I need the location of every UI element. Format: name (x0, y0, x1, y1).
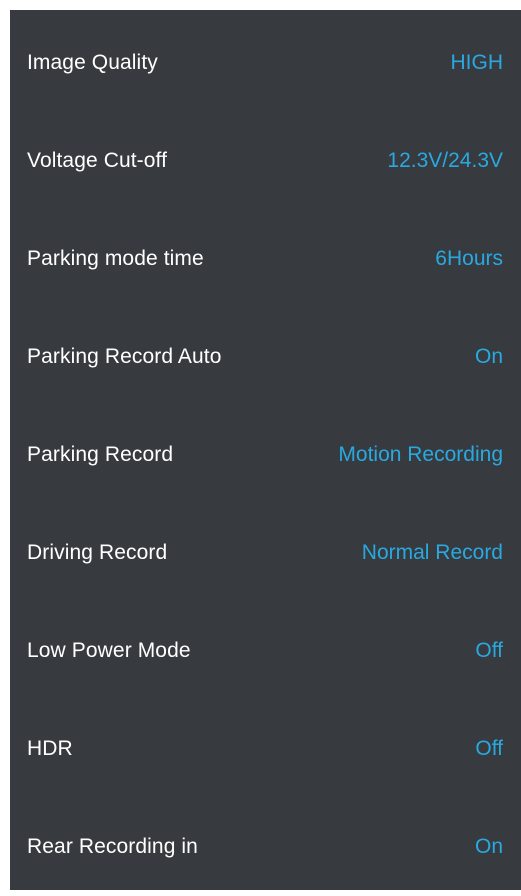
setting-row-voltage-cutoff[interactable]: Voltage Cut-off 12.3V/24.3V (10, 112, 521, 210)
setting-label: Image Quality (27, 51, 158, 74)
setting-label: HDR (27, 737, 73, 760)
setting-value: Normal Record (361, 541, 503, 564)
setting-row-image-quality[interactable]: Image Quality HIGH (10, 14, 521, 112)
setting-row-rear-recording[interactable]: Rear Recording in On (10, 798, 521, 896)
settings-screen: Image Quality HIGH Voltage Cut-off 12.3V… (10, 10, 521, 890)
setting-label: Driving Record (27, 541, 168, 564)
setting-value: 12.3V/24.3V (387, 149, 503, 172)
setting-label: Parking mode time (27, 247, 204, 270)
setting-value: HIGH (450, 51, 504, 74)
setting-row-driving-record[interactable]: Driving Record Normal Record (10, 504, 521, 602)
setting-value: Off (475, 639, 503, 662)
setting-row-parking-mode-time[interactable]: Parking mode time 6Hours (10, 210, 521, 308)
setting-value: On (474, 835, 503, 858)
setting-label: Parking Record (27, 443, 174, 466)
setting-row-parking-record-auto[interactable]: Parking Record Auto On (10, 308, 521, 406)
setting-label: Rear Recording in (27, 835, 198, 858)
setting-label: Voltage Cut-off (27, 149, 168, 172)
setting-value: Off (475, 737, 503, 760)
setting-row-hdr[interactable]: HDR Off (10, 700, 521, 798)
settings-list: Image Quality HIGH Voltage Cut-off 12.3V… (10, 14, 521, 896)
setting-label: Parking Record Auto (27, 345, 222, 368)
setting-label: Low Power Mode (27, 639, 191, 662)
setting-value: On (474, 345, 503, 368)
setting-value: 6Hours (435, 247, 503, 270)
setting-row-low-power-mode[interactable]: Low Power Mode Off (10, 602, 521, 700)
setting-value: Motion Recording (338, 443, 503, 466)
setting-row-parking-record[interactable]: Parking Record Motion Recording (10, 406, 521, 504)
